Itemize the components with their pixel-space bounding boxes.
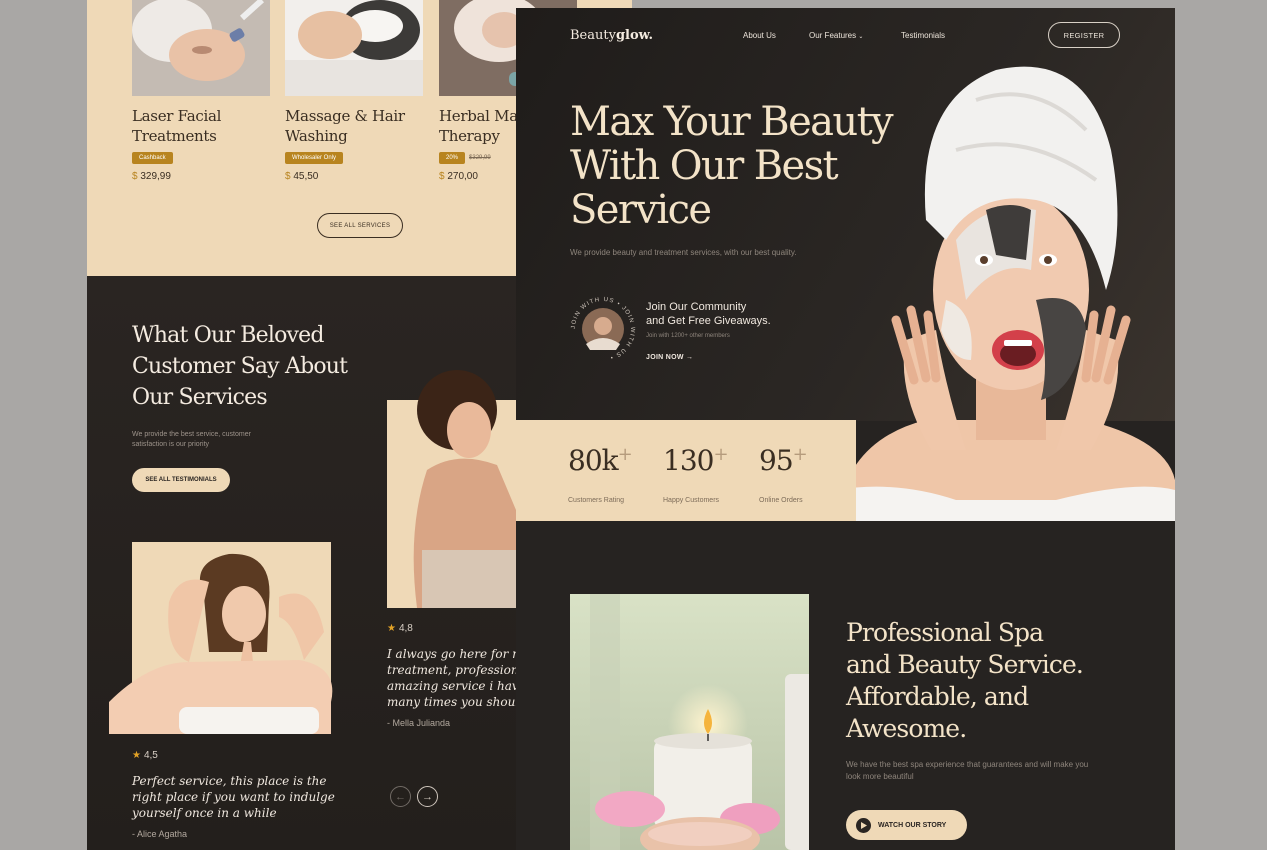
testimonials-heading: What Our Beloved Customer Say About Our …: [132, 323, 348, 410]
service-card-laser[interactable]: Laser Facial Treatments Cashback $ 329,9…: [132, 0, 270, 182]
service-title: Massage & Hair Washing: [285, 107, 405, 145]
community-badge: JOIN WITH US • JOIN WITH US •: [570, 296, 636, 362]
stat-value: 80k+: [568, 444, 633, 477]
nav-about-us[interactable]: About Us: [743, 31, 776, 40]
landing-page-preview: Beautyglow. About Us Our Features ⌄ Test…: [516, 8, 1175, 850]
stats-bar: 80k+ Customers Rating 130+ Happy Custome…: [516, 420, 856, 521]
service-card-massage[interactable]: Massage & Hair Washing Wholesaler Only $…: [285, 0, 423, 182]
arrow-left-icon[interactable]: ←: [390, 786, 411, 807]
spa-subtitle: We have the best spa experience that gua…: [846, 760, 1089, 781]
service-image: [285, 0, 423, 96]
hero-model-image: [836, 60, 1175, 521]
hero-subtitle: We provide beauty and treatment services…: [570, 248, 797, 257]
spa-title: Professional Spa and Beauty Service. Aff…: [846, 618, 1084, 743]
testimonial-photo: [387, 370, 516, 608]
service-price: $ 45,50: [285, 171, 319, 182]
testimonial-rating: ★ 4,5: [132, 750, 158, 761]
join-now-link[interactable]: JOIN NOW →: [646, 354, 693, 361]
stat-value: 130+: [663, 444, 729, 477]
play-icon: [856, 817, 871, 833]
arrow-right-icon[interactable]: →: [417, 786, 438, 807]
service-badge: Cashback: [132, 152, 173, 164]
stat-label: Online Orders: [759, 497, 803, 504]
testimonials-subtitle: We provide the best service, customer sa…: [132, 431, 251, 448]
testimonial-author: - Mella Julianda: [387, 718, 451, 728]
testimonial-author: - Alice Agatha: [132, 829, 188, 839]
see-all-services-button[interactable]: SEE ALL SERVICES: [317, 213, 403, 238]
stat-label: Customers Rating: [568, 497, 625, 504]
arrow-right-icon: →: [686, 354, 694, 361]
star-icon: ★: [132, 750, 141, 761]
brand-logo[interactable]: Beautyglow.: [570, 28, 653, 43]
service-title: Laser Facial Treatments: [132, 107, 222, 145]
see-all-testimonials-button[interactable]: SEE ALL TESTIMONIALS: [132, 468, 230, 492]
nav-our-features[interactable]: Our Features ⌄: [809, 31, 863, 40]
stat-label: Happy Customers: [663, 497, 720, 504]
stat-value: 95+: [759, 444, 808, 477]
chevron-down-icon: ⌄: [858, 34, 864, 40]
community-title: Join Our Community and Get Free Giveaway…: [646, 301, 771, 327]
service-image: [132, 0, 270, 96]
testimonial-photo: [109, 542, 335, 734]
register-button[interactable]: REGISTER: [1048, 22, 1120, 48]
testimonial-quote: Perfect service, this place is the right…: [132, 774, 335, 820]
testimonial-rating: ★ 4,8: [387, 623, 413, 634]
watch-our-story-button[interactable]: WATCH OUR STORY: [846, 810, 967, 840]
service-badge: 20%: [439, 152, 466, 164]
service-badge: Wholesaler Only: [285, 152, 344, 164]
nav-testimonials[interactable]: Testimonials: [901, 31, 945, 40]
spa-candle-image: [570, 594, 809, 850]
spa-section: Professional Spa and Beauty Service. Aff…: [516, 521, 1175, 850]
community-subtitle: Join with 1200+ other members: [646, 333, 730, 339]
service-old-price: $329,99: [469, 155, 491, 161]
star-icon: ★: [387, 623, 396, 634]
service-price: $ 329,99: [132, 171, 171, 182]
